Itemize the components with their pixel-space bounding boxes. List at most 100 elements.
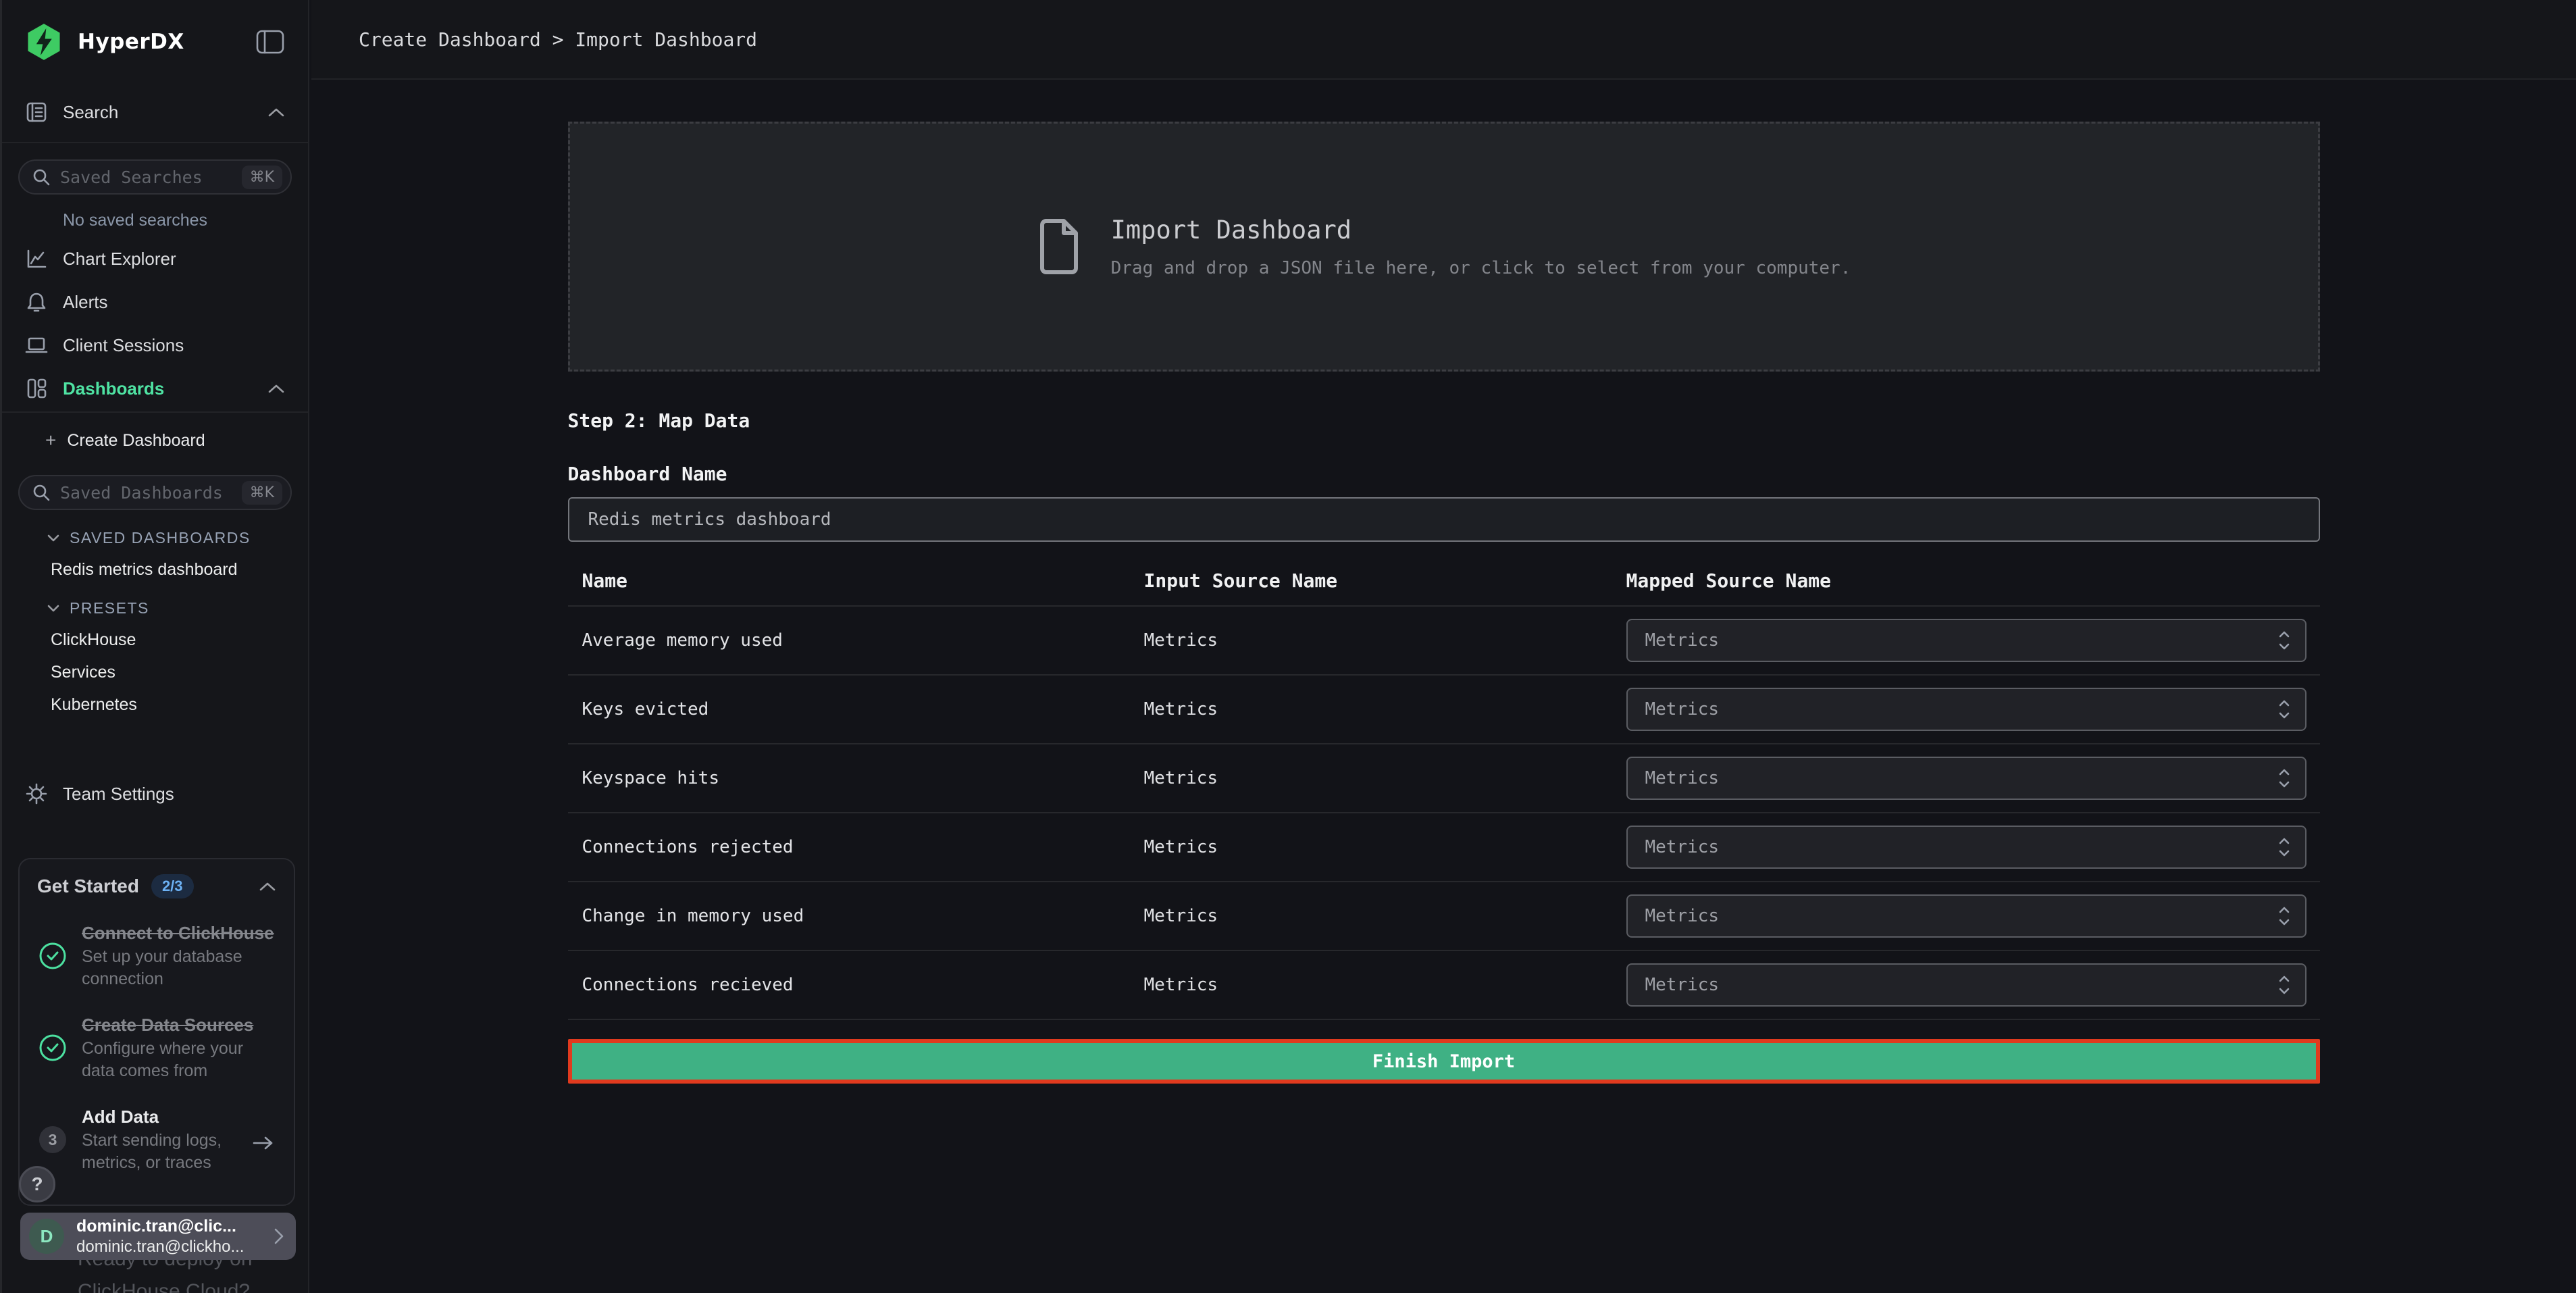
chevron-down-icon xyxy=(47,604,60,613)
main-area: Create Dashboard > Import Dashboard Impo… xyxy=(311,0,2576,1293)
bell-icon xyxy=(25,290,48,313)
input-source-name: Metrics xyxy=(1144,768,1626,788)
mapped-source-select[interactable]: Metrics xyxy=(1626,688,2307,731)
sidebar-item-label: Client Sessions xyxy=(63,335,184,356)
step-title: Create Data Sources xyxy=(82,1013,276,1036)
promo-line2: ClickHouse Cloud? xyxy=(78,1275,253,1293)
group-label-text: PRESETS xyxy=(70,599,149,617)
mapped-source-select[interactable]: Metrics xyxy=(1626,963,2307,1007)
chevron-right-icon xyxy=(273,1227,285,1246)
sidebar: HyperDX Search Saved Searches ⌘K No save… xyxy=(0,0,309,1293)
get-started-progress-badge: 2/3 xyxy=(151,874,194,898)
select-chevrons-icon xyxy=(2278,767,2290,789)
select-chevrons-icon xyxy=(2278,630,2290,651)
selected-value: Metrics xyxy=(1645,630,2278,651)
get-started-step-sources[interactable]: Create Data Sources Configure where your… xyxy=(37,1013,276,1082)
metric-name: Connections rejected xyxy=(568,837,1144,857)
metric-name: Change in memory used xyxy=(568,906,1144,926)
select-chevrons-icon xyxy=(2278,836,2290,858)
preset-link-label: ClickHouse xyxy=(51,630,136,650)
get-started-step-add-data[interactable]: 3 Add Data Start sending logs, metrics, … xyxy=(37,1105,276,1174)
input-source-name: Metrics xyxy=(1144,837,1626,857)
sidebar-item-team-settings[interactable]: Team Settings xyxy=(2,772,308,815)
step-subtitle: Start sending logs, metrics, or traces xyxy=(82,1130,276,1174)
group-label-text: SAVED DASHBOARDS xyxy=(70,529,251,547)
chart-icon xyxy=(25,247,48,270)
app-title: HyperDX xyxy=(78,30,184,54)
sidebar-item-label: Dashboards xyxy=(63,378,164,399)
sidebar-item-chart-explorer[interactable]: Chart Explorer xyxy=(2,237,308,280)
step-title: Add Data xyxy=(82,1105,276,1128)
dashboard-link-label: Redis metrics dashboard xyxy=(51,560,238,580)
divider xyxy=(2,411,308,413)
check-circle-icon xyxy=(37,921,68,990)
table-row: Keys evicted Metrics Metrics xyxy=(568,676,2320,744)
mapped-source-select[interactable]: Metrics xyxy=(1626,619,2307,662)
select-chevrons-icon xyxy=(2278,974,2290,996)
mapped-source-select[interactable]: Metrics xyxy=(1626,894,2307,938)
selected-value: Metrics xyxy=(1645,768,2278,788)
no-saved-searches-text: No saved searches xyxy=(63,211,308,230)
layout-grid-icon xyxy=(25,377,48,400)
selected-value: Metrics xyxy=(1645,906,2278,926)
help-button[interactable]: ? xyxy=(19,1166,55,1202)
hyperdx-logo-icon xyxy=(25,23,63,61)
chevron-up-icon[interactable] xyxy=(267,383,285,394)
shortcut-badge: ⌘K xyxy=(242,166,282,189)
sidebar-collapse-icon[interactable] xyxy=(255,29,285,55)
json-file-dropzone[interactable]: Import Dashboard Drag and drop a JSON fi… xyxy=(568,122,2320,372)
import-dashboard-content: Import Dashboard Drag and drop a JSON fi… xyxy=(568,122,2320,1084)
breadcrumb[interactable]: Create Dashboard > Import Dashboard xyxy=(359,28,757,51)
sidebar-item-kubernetes-preset[interactable]: Kubernetes xyxy=(2,688,308,721)
metric-name: Keyspace hits xyxy=(568,768,1144,788)
step-subtitle: Set up your database connection xyxy=(82,946,276,990)
sidebar-item-label: Chart Explorer xyxy=(63,249,176,270)
selected-value: Metrics xyxy=(1645,975,2278,995)
table-row: Average memory used Metrics Metrics xyxy=(568,607,2320,676)
preset-link-label: Services xyxy=(51,663,115,682)
check-circle-icon xyxy=(37,1013,68,1082)
chevron-up-icon[interactable] xyxy=(259,881,276,892)
create-dashboard-label: Create Dashboard xyxy=(67,431,205,451)
mapped-source-select[interactable]: Metrics xyxy=(1626,826,2307,869)
presets-group-toggle[interactable]: PRESETS xyxy=(2,592,308,624)
column-header-name: Name xyxy=(568,569,1144,592)
saved-searches-input[interactable]: Saved Searches ⌘K xyxy=(18,159,292,195)
sidebar-item-dashboards[interactable]: Dashboards xyxy=(2,367,308,410)
page-header: Create Dashboard > Import Dashboard xyxy=(311,0,2576,80)
sidebar-item-redis-dashboard[interactable]: Redis metrics dashboard xyxy=(2,553,308,586)
sidebar-item-services-preset[interactable]: Services xyxy=(2,656,308,688)
source-mapping-table: Name Input Source Name Mapped Source Nam… xyxy=(568,555,2320,1020)
chevron-up-icon[interactable] xyxy=(267,107,285,118)
get-started-step-connect[interactable]: Connect to ClickHouse Set up your databa… xyxy=(37,921,276,990)
plus-icon: + xyxy=(45,430,56,451)
create-dashboard-button[interactable]: + Create Dashboard xyxy=(2,422,308,459)
sidebar-item-clickhouse-preset[interactable]: ClickHouse xyxy=(2,624,308,656)
input-source-name: Metrics xyxy=(1144,975,1626,995)
dropzone-title: Import Dashboard xyxy=(1111,216,1851,245)
finish-import-button[interactable]: Finish Import xyxy=(568,1039,2320,1084)
user-email: dominic.tran@clickho... xyxy=(76,1238,261,1257)
sidebar-item-search[interactable]: Search xyxy=(2,91,308,134)
shortcut-badge: ⌘K xyxy=(242,481,282,505)
saved-dashboards-group-toggle[interactable]: SAVED DASHBOARDS xyxy=(2,522,308,553)
sidebar-item-label: Search xyxy=(63,102,118,123)
dashboard-name-input[interactable] xyxy=(568,497,2320,542)
selected-value: Metrics xyxy=(1645,837,2278,857)
search-icon xyxy=(32,483,51,502)
mapped-source-select[interactable]: Metrics xyxy=(1626,757,2307,800)
table-row: Keyspace hits Metrics Metrics xyxy=(568,744,2320,813)
dropzone-subtitle: Drag and drop a JSON file here, or click… xyxy=(1111,258,1851,278)
user-menu[interactable]: D dominic.tran@clic... dominic.tran@clic… xyxy=(20,1213,296,1260)
input-source-name: Metrics xyxy=(1144,630,1626,651)
metric-name: Connections recieved xyxy=(568,975,1144,995)
sidebar-item-label: Team Settings xyxy=(63,784,174,805)
column-header-mapped-source: Mapped Source Name xyxy=(1626,569,2320,592)
input-source-name: Metrics xyxy=(1144,699,1626,719)
sidebar-item-client-sessions[interactable]: Client Sessions xyxy=(2,324,308,367)
saved-dashboards-input[interactable]: Saved Dashboards ⌘K xyxy=(18,475,292,510)
get-started-title: Get Started xyxy=(37,876,139,897)
sidebar-item-alerts[interactable]: Alerts xyxy=(2,280,308,324)
metric-name: Average memory used xyxy=(568,630,1144,651)
journal-icon xyxy=(25,101,48,124)
